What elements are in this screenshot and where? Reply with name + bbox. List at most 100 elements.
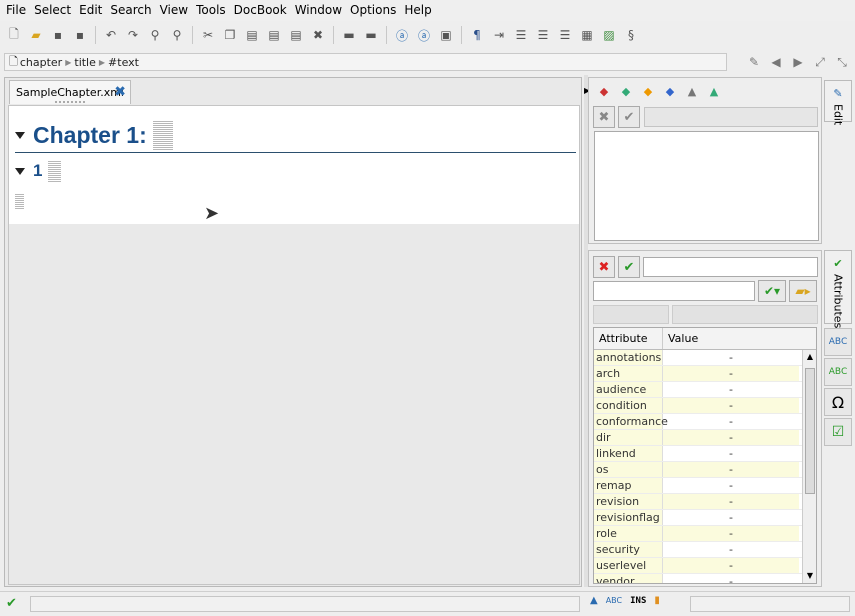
replace-element-icon[interactable]: ▲ xyxy=(705,82,723,100)
breadcrumb-text[interactable]: #text xyxy=(108,56,139,69)
set-attribute-button[interactable]: ✔ xyxy=(618,256,640,278)
menu-help[interactable]: Help xyxy=(400,0,435,21)
tab-edit[interactable]: ✎ Edit xyxy=(824,80,852,125)
pick-value-button[interactable]: ✔▾ xyxy=(758,280,786,302)
bulleted-list-icon[interactable]: ☰ xyxy=(511,25,531,45)
column-attribute[interactable]: Attribute xyxy=(594,328,663,349)
indent-icon[interactable]: ⇥ xyxy=(489,25,509,45)
numbered-list-icon[interactable]: ☰ xyxy=(533,25,553,45)
table-row[interactable]: audience - xyxy=(594,382,816,398)
attribute-value-cell[interactable]: - xyxy=(663,430,799,445)
redo-icon[interactable]: ↷ xyxy=(123,25,143,45)
open-folder-icon[interactable]: ▰ xyxy=(26,25,46,45)
breadcrumb-title[interactable]: title xyxy=(74,56,96,69)
attribute-name-input[interactable] xyxy=(643,257,818,277)
empty-element-marker[interactable] xyxy=(48,160,62,182)
edit-tags-icon[interactable]: ✎ xyxy=(745,53,763,71)
table-row[interactable]: annotations - xyxy=(594,350,816,366)
empty-paragraph-marker[interactable] xyxy=(15,194,24,209)
section-icon[interactable]: § xyxy=(621,25,641,45)
attribute-value-cell[interactable]: - xyxy=(663,462,799,477)
save-icon[interactable]: ▪ xyxy=(48,25,68,45)
table-row[interactable]: dir - xyxy=(594,430,816,446)
attribute-value-cell[interactable]: - xyxy=(663,574,799,583)
scroll-up-icon[interactable]: ▲ xyxy=(803,350,816,364)
insert-icon[interactable]: ◆ xyxy=(617,82,635,100)
attribute-value-cell[interactable]: - xyxy=(663,350,799,365)
validation-button[interactable]: ☑ xyxy=(824,418,852,446)
attribute-value-cell[interactable]: - xyxy=(663,494,799,509)
paste-text-icon[interactable]: ▤ xyxy=(286,25,306,45)
spell-check-ok-button[interactable]: ABC xyxy=(824,358,852,386)
attribute-value-cell[interactable]: - xyxy=(663,478,799,493)
replace-icon[interactable]: ⚲ xyxy=(167,25,187,45)
document-content[interactable]: Chapter 1: 1 ➤ xyxy=(9,106,579,224)
browse-folder-button[interactable]: ▰▸ xyxy=(789,280,817,302)
forward-icon[interactable]: ▶ xyxy=(789,53,807,71)
join-icon[interactable]: ▬ xyxy=(361,25,381,45)
split-icon[interactable]: ▬ xyxy=(339,25,359,45)
attribute-value-cell[interactable]: - xyxy=(663,542,799,557)
emphasis-icon[interactable]: ⓐ xyxy=(392,25,412,45)
menu-select[interactable]: Select xyxy=(30,0,75,21)
breadcrumb-chapter[interactable]: chapter xyxy=(20,56,62,69)
menu-view[interactable]: View xyxy=(156,0,192,21)
menu-window[interactable]: Window xyxy=(291,0,346,21)
validation-ok-icon[interactable]: ✔ xyxy=(6,596,17,611)
table-icon[interactable]: ▦ xyxy=(577,25,597,45)
paste-special-icon[interactable]: ▤ xyxy=(264,25,284,45)
image-block-icon[interactable]: ▣ xyxy=(436,25,456,45)
close-icon[interactable]: ✖ xyxy=(114,85,126,99)
menu-docbook[interactable]: DocBook xyxy=(230,0,291,21)
insert-after-icon[interactable]: ◆ xyxy=(639,82,657,100)
attribute-value-cell[interactable]: - xyxy=(663,382,799,397)
clipboard-icon[interactable]: ▮ xyxy=(654,595,660,606)
back-icon[interactable]: ◀ xyxy=(767,53,785,71)
collapse-triangle-icon[interactable] xyxy=(15,131,25,139)
table-row[interactable]: condition - xyxy=(594,398,816,414)
menu-options[interactable]: Options xyxy=(346,0,400,21)
column-value[interactable]: Value xyxy=(663,328,816,349)
section-number[interactable]: 1 xyxy=(33,161,42,181)
scrollbar-thumb[interactable] xyxy=(805,368,815,494)
table-row[interactable]: arch - xyxy=(594,366,816,382)
attribute-value-cell[interactable]: - xyxy=(663,446,799,461)
delete-icon[interactable]: ✖ xyxy=(308,25,328,45)
spell-check-button[interactable]: ABC xyxy=(824,328,852,356)
collapse-triangle-icon[interactable] xyxy=(15,167,25,175)
scroll-to-top-icon[interactable]: ▲ xyxy=(590,595,598,606)
wrap-icon[interactable]: ◆ xyxy=(661,82,679,100)
table-row[interactable]: userlevel - xyxy=(594,558,816,574)
attributes-scrollbar[interactable]: ▲ ▼ xyxy=(802,350,816,583)
insert-mode-indicator[interactable]: INS xyxy=(630,596,646,606)
cancel-button[interactable]: ✖ xyxy=(593,106,615,128)
figure-icon[interactable]: ▨ xyxy=(599,25,619,45)
characters-button[interactable]: Ω xyxy=(824,388,852,416)
table-row[interactable]: vendor - xyxy=(594,574,816,583)
insert-before-icon[interactable]: ◆ xyxy=(595,82,613,100)
table-row[interactable]: role - xyxy=(594,526,816,542)
table-row[interactable]: linkend - xyxy=(594,446,816,462)
new-file-icon[interactable]: 🗋 xyxy=(4,25,24,45)
attribute-value-cell[interactable]: - xyxy=(663,398,799,413)
menu-search[interactable]: Search xyxy=(106,0,155,21)
chapter-heading[interactable]: Chapter 1: xyxy=(33,122,147,149)
empty-element-marker[interactable] xyxy=(152,120,173,150)
attribute-value-cell[interactable]: - xyxy=(663,510,799,525)
attribute-value-cell[interactable]: - xyxy=(663,414,799,429)
element-list[interactable] xyxy=(594,131,819,241)
link-icon[interactable]: ⓐ xyxy=(414,25,434,45)
attribute-value-cell[interactable]: - xyxy=(663,366,799,381)
restore-icon[interactable]: ⤡ xyxy=(833,53,851,71)
document-view[interactable]: Chapter 1: 1 ➤ xyxy=(8,105,580,585)
table-row[interactable]: revisionflag - xyxy=(594,510,816,526)
table-row[interactable]: revision - xyxy=(594,494,816,510)
copy-icon[interactable]: ❐ xyxy=(220,25,240,45)
convert-icon[interactable]: ▲ xyxy=(683,82,701,100)
attribute-value-cell[interactable]: - xyxy=(663,558,799,573)
scroll-down-icon[interactable]: ▼ xyxy=(803,569,816,583)
paragraph-icon[interactable]: ¶ xyxy=(467,25,487,45)
find-icon[interactable]: ⚲ xyxy=(145,25,165,45)
menu-file[interactable]: File xyxy=(2,0,30,21)
maximize-icon[interactable]: ⤢ xyxy=(811,53,829,71)
